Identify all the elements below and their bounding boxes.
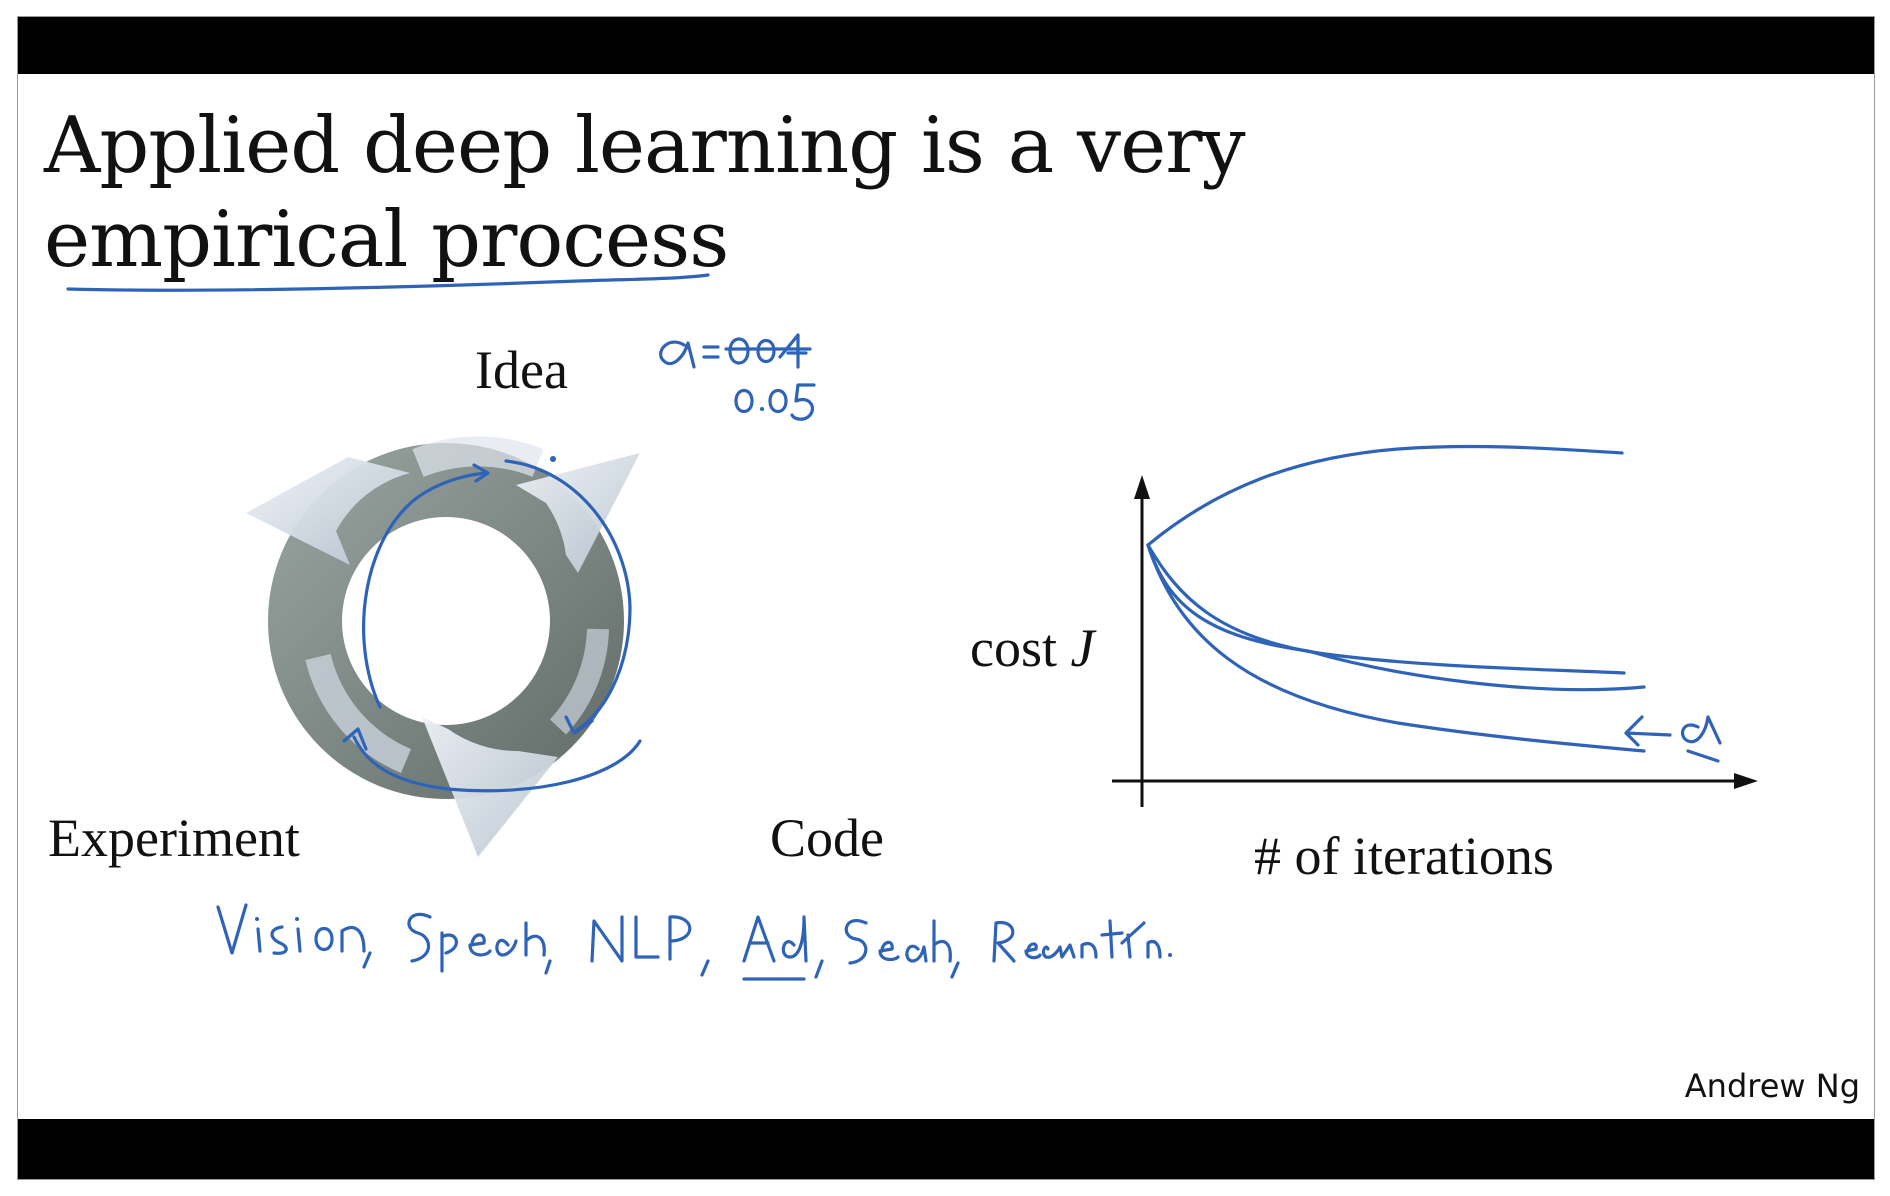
y-label-var: J — [1070, 618, 1095, 678]
circular-arrows-icon — [246, 436, 640, 857]
cycle-label-code: Code — [770, 808, 884, 868]
cycle-label-experiment: Experiment — [48, 808, 300, 868]
plot-y-axis-label: cost J — [970, 617, 1094, 679]
y-label-prefix: cost — [970, 618, 1071, 678]
curve-diverging — [1146, 444, 1624, 547]
curve-converging-2 — [1146, 543, 1646, 692]
cycle-label-idea: Idea — [475, 340, 568, 400]
cost-curves — [1146, 444, 1646, 753]
curve-converging-3 — [1146, 543, 1646, 753]
domains-handwriting — [216, 903, 1172, 981]
title-underline — [66, 273, 710, 292]
alpha-arrow-annotation — [1624, 715, 1722, 763]
author-credit: Andrew Ng — [1684, 1067, 1860, 1105]
slide-graphics — [66, 273, 1758, 981]
plot-x-axis-label: # of iterations — [1254, 826, 1554, 886]
letterbox-bottom-bar — [18, 1119, 1874, 1179]
alpha-annotation — [659, 333, 816, 421]
slide-frame: Applied deep learning is a very empirica… — [17, 16, 1875, 1180]
